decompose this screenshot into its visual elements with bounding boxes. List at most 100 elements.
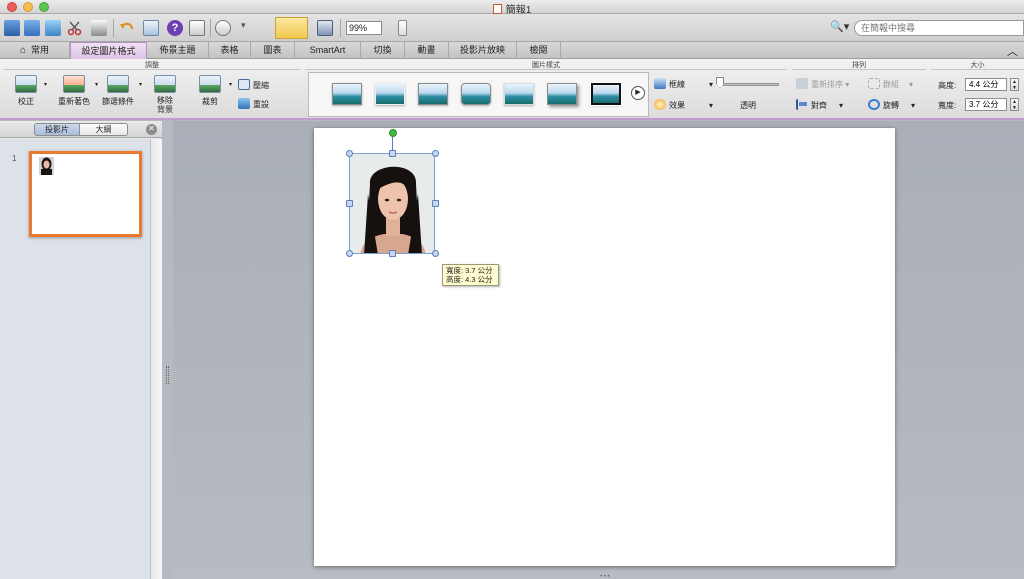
search-box: 🔍▾ bbox=[830, 20, 1024, 36]
tab-slideshow[interactable]: 投影片放映 bbox=[449, 42, 517, 59]
resize-handle-bottom-right[interactable] bbox=[432, 250, 439, 257]
group-title-size: 大小 bbox=[931, 60, 1024, 70]
search-icon[interactable]: 🔍▾ bbox=[830, 20, 852, 36]
undo-icon[interactable] bbox=[119, 20, 135, 36]
resize-handle-right[interactable] bbox=[432, 200, 439, 207]
remove-background-button[interactable]: 移除 背景 bbox=[150, 75, 180, 114]
reorder-icon bbox=[796, 78, 808, 89]
tab-smartart[interactable]: SmartArt bbox=[295, 42, 361, 59]
group-title-arrange: 排列 bbox=[792, 60, 926, 70]
size-tooltip: 寬度: 3.7 公分 高度: 4.3 公分 bbox=[442, 264, 499, 286]
tooltip-height: 高度: 4.3 公分 bbox=[446, 275, 493, 284]
picture-style-2[interactable] bbox=[375, 83, 405, 105]
slide-thumbnails: 1 bbox=[0, 139, 150, 579]
group-button[interactable]: 群組 ▾ bbox=[868, 78, 913, 90]
width-field[interactable] bbox=[965, 98, 1007, 111]
reset-picture-button[interactable]: 重設 bbox=[238, 98, 269, 110]
tab-home[interactable]: ⌂ 常用 bbox=[0, 42, 70, 59]
standard-toolbar: ? ▾ 99% 🔍▾ bbox=[0, 14, 1024, 42]
filters-button[interactable]: 篩選條件 ▾ bbox=[100, 75, 142, 107]
width-label: 寬度: bbox=[938, 101, 957, 110]
bottom-resize-grip-icon[interactable]: • • • bbox=[600, 574, 610, 579]
recolor-button[interactable]: 重新著色 ▾ bbox=[56, 75, 98, 107]
effects-button[interactable]: 效果 ▾ bbox=[654, 99, 713, 111]
search-input[interactable] bbox=[854, 20, 1024, 36]
picture-style-4[interactable] bbox=[461, 83, 491, 105]
group-title-styles: 圖片樣式 bbox=[305, 60, 787, 70]
tab-review[interactable]: 檢閱 bbox=[517, 42, 561, 59]
close-pane-icon[interactable]: ✕ bbox=[146, 124, 157, 135]
tab-themes[interactable]: 佈景主題 bbox=[147, 42, 209, 59]
pane-tabs: 投影片 大綱 ✕ bbox=[0, 121, 162, 138]
reorder-button[interactable]: 重新排序 ▾ bbox=[796, 78, 849, 90]
resize-handle-bottom-left[interactable] bbox=[346, 250, 353, 257]
slide-number: 1 bbox=[12, 154, 17, 163]
align-icon bbox=[796, 99, 808, 110]
format-painter-icon[interactable] bbox=[143, 20, 159, 36]
zoom-field[interactable]: 99% bbox=[346, 21, 382, 35]
group-icon bbox=[868, 78, 880, 89]
width-stepper[interactable]: ▲ ▼ bbox=[1010, 98, 1019, 111]
tab-transitions[interactable]: 切換 bbox=[361, 42, 405, 59]
print-icon[interactable] bbox=[91, 20, 107, 36]
collapse-ribbon-icon[interactable]: ︿ bbox=[1007, 43, 1018, 59]
picture-style-7[interactable] bbox=[590, 82, 622, 106]
effects-icon bbox=[654, 99, 666, 110]
tab-tables[interactable]: 表格 bbox=[209, 42, 251, 59]
compress-button[interactable]: 壓縮 bbox=[238, 79, 269, 91]
help-icon[interactable]: ? bbox=[167, 20, 183, 36]
tab-charts[interactable]: 圖表 bbox=[251, 42, 295, 59]
picture-style-3[interactable] bbox=[418, 83, 448, 105]
crop-button[interactable]: 裁剪 ▾ bbox=[194, 75, 232, 107]
transparency-slider-knob[interactable] bbox=[716, 77, 724, 88]
open-icon[interactable] bbox=[45, 20, 61, 36]
resize-handle-top-left[interactable] bbox=[346, 150, 353, 157]
compress-icon bbox=[238, 79, 250, 90]
crop-icon bbox=[199, 75, 221, 93]
tab-format-picture[interactable]: 設定圖片格式 bbox=[70, 42, 147, 59]
slide-thumbnail[interactable] bbox=[29, 151, 142, 237]
picture-style-1[interactable] bbox=[332, 83, 362, 105]
gallery-icon[interactable] bbox=[4, 20, 20, 36]
sidebar-toggle-icon[interactable] bbox=[398, 20, 407, 36]
ribbon-tabbar: ⌂ 常用 設定圖片格式 佈景主題 表格 圖表 SmartArt 切換 動畫 投影片… bbox=[0, 42, 1024, 59]
group-title-adjust: 調整 bbox=[4, 60, 300, 70]
cut-icon[interactable] bbox=[67, 20, 83, 36]
picture-style-5[interactable] bbox=[504, 83, 534, 105]
record-icon[interactable] bbox=[215, 20, 231, 36]
new-slide-icon[interactable] bbox=[24, 20, 40, 36]
recolor-icon bbox=[63, 75, 85, 93]
align-button[interactable]: 對齊 ▾ bbox=[796, 99, 843, 111]
transparency-label: 透明 bbox=[740, 101, 756, 110]
splitter-grip-icon bbox=[166, 366, 169, 384]
resize-handle-top-right[interactable] bbox=[432, 150, 439, 157]
slideshow-icon[interactable] bbox=[189, 20, 205, 36]
selected-picture[interactable] bbox=[349, 153, 435, 254]
height-stepper[interactable]: ▲ ▼ bbox=[1010, 78, 1019, 91]
rotate-button[interactable]: 旋轉 ▾ bbox=[868, 99, 915, 111]
picture-style-6[interactable] bbox=[547, 83, 577, 105]
media-browser-button[interactable] bbox=[275, 17, 308, 39]
tab-animations[interactable]: 動畫 bbox=[405, 42, 449, 59]
height-field[interactable] bbox=[965, 78, 1007, 91]
tab-outline[interactable]: 大綱 bbox=[80, 123, 128, 136]
pane-splitter[interactable] bbox=[163, 121, 173, 579]
more-options-icon[interactable]: ▾ bbox=[241, 20, 251, 36]
presentation-document-icon bbox=[492, 4, 502, 14]
transparency-slider-track[interactable] bbox=[717, 83, 779, 86]
border-button[interactable]: 框線 ▾ bbox=[654, 78, 713, 90]
tab-slides[interactable]: 投影片 bbox=[34, 123, 80, 136]
resize-handle-bottom[interactable] bbox=[389, 250, 396, 257]
rotate-icon bbox=[868, 99, 880, 110]
rotation-handle[interactable] bbox=[389, 129, 397, 137]
gallery-next-icon[interactable]: ▶ bbox=[631, 86, 645, 100]
correct-button[interactable]: 校正 ▾ bbox=[11, 75, 47, 107]
resize-handle-top[interactable] bbox=[389, 150, 396, 157]
resize-handle-left[interactable] bbox=[346, 200, 353, 207]
thumbnail-picture bbox=[39, 157, 54, 175]
ribbon: 調整 校正 ▾ 重新著色 ▾ 篩選條件 ▾ 移除 背景 裁剪 ▾ 壓縮 重設 圖片樣式 ▶… bbox=[0, 59, 1024, 120]
film-icon[interactable] bbox=[317, 20, 333, 36]
title-bar: 簡報1 bbox=[0, 0, 1024, 16]
height-label: 高度: bbox=[938, 81, 957, 90]
pane-scrollbar[interactable] bbox=[150, 139, 162, 579]
